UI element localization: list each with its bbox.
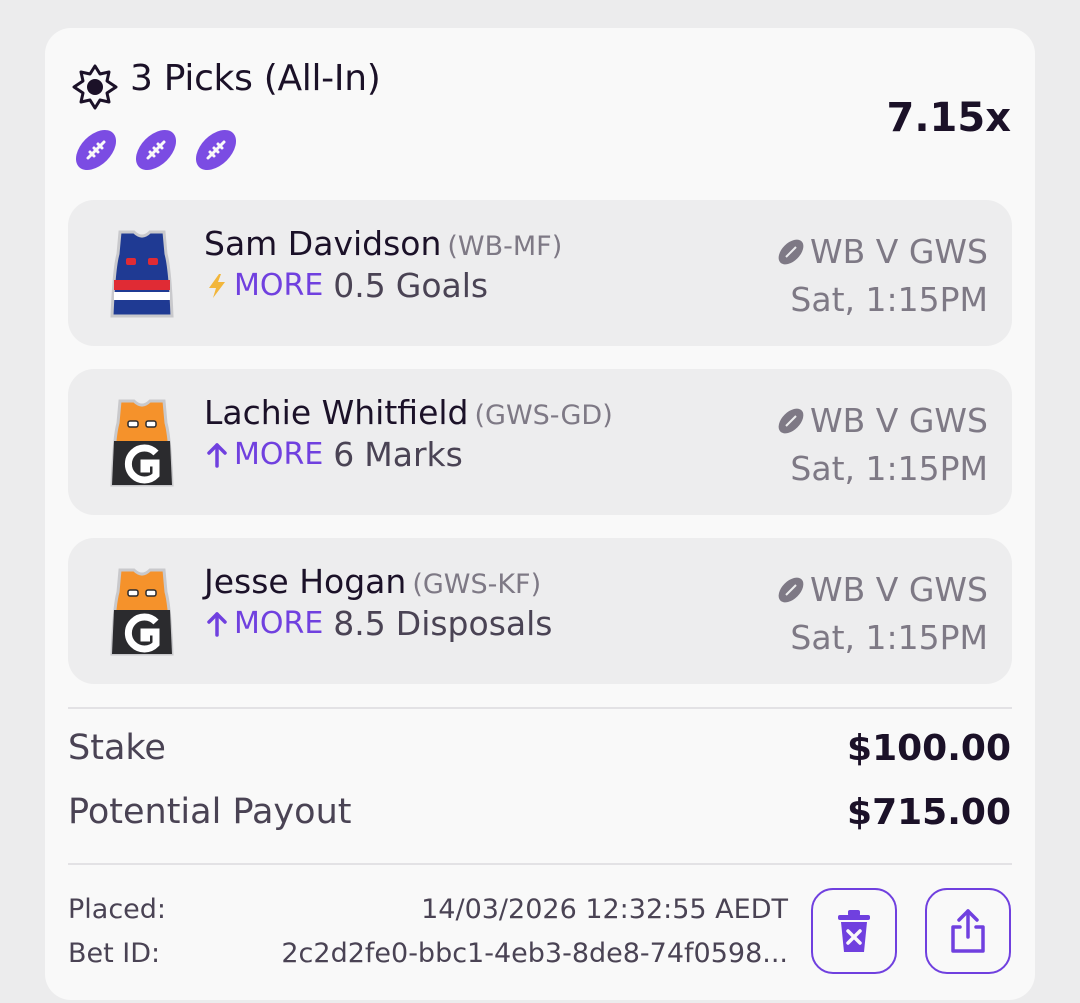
sport-icons	[71, 125, 241, 175]
bet-title: 3 Picks (All-In)	[130, 58, 381, 99]
player-team-position: (GWS-KF)	[412, 569, 542, 600]
stat-name: Goals	[395, 266, 489, 305]
stake-label: Stake	[68, 728, 166, 768]
match-info: WB V GWS	[774, 570, 988, 609]
western-bulldogs-jersey-icon	[110, 230, 174, 318]
placed-label: Placed:	[68, 894, 167, 925]
delete-button[interactable]	[811, 888, 897, 974]
share-button[interactable]	[925, 888, 1011, 974]
arrow-up-icon	[207, 611, 227, 637]
player-name: Lachie Whitfield	[204, 393, 469, 432]
football-icon	[195, 129, 237, 171]
player-name: Sam Davidson	[204, 224, 442, 263]
stat-line: MORE 8.5 Disposals	[204, 604, 552, 643]
player-team-position: (GWS-GD)	[474, 400, 613, 431]
pick-card[interactable]: Lachie Whitfield (GWS-GD) MORE 6 Marks WB…	[68, 369, 1012, 515]
direction-label: MORE	[234, 437, 324, 472]
player-team-position: (WB-MF)	[447, 231, 563, 262]
payout-label: Potential Payout	[68, 792, 352, 832]
match-info: WB V GWS	[774, 401, 988, 440]
bet-id-label: Bet ID:	[68, 938, 161, 969]
football-icon	[778, 577, 804, 602]
match-time: Sat, 1:15PM	[790, 618, 988, 657]
bet-id-value: 2c2d2fe0-bbc1-4eb3-8de8-74f0598...	[281, 938, 788, 969]
gear-sun-icon	[72, 64, 118, 110]
stat-name: Marks	[364, 435, 463, 474]
stake-value: $100.00	[847, 728, 1011, 769]
match-time: Sat, 1:15PM	[790, 449, 988, 488]
stat-value: 8.5	[333, 604, 386, 643]
payout-multiplier: 7.15x	[886, 95, 1012, 141]
player-line: Sam Davidson (WB-MF)	[204, 224, 562, 263]
bet-card: 3 Picks (All-In) 7.15x Sam Davidson (WB-…	[45, 28, 1035, 1000]
arrow-up-icon	[207, 442, 227, 468]
match-teams: WB V GWS	[810, 401, 988, 440]
player-line: Lachie Whitfield (GWS-GD)	[204, 393, 613, 432]
share-icon	[951, 909, 985, 953]
pick-card[interactable]: Jesse Hogan (GWS-KF) MORE 8.5 Disposals W…	[68, 538, 1012, 684]
divider	[68, 863, 1012, 865]
football-icon	[75, 129, 117, 171]
match-time: Sat, 1:15PM	[790, 280, 988, 319]
direction-label: MORE	[234, 606, 324, 641]
match-teams: WB V GWS	[810, 232, 988, 271]
match-teams: WB V GWS	[810, 570, 988, 609]
football-icon	[778, 239, 804, 264]
match-info: WB V GWS	[774, 232, 988, 271]
payout-value: $715.00	[847, 792, 1011, 833]
stat-line: MORE 0.5 Goals	[204, 266, 488, 305]
trash-icon	[838, 910, 870, 952]
football-icon	[135, 129, 177, 171]
stat-value: 0.5	[333, 266, 386, 305]
divider	[68, 707, 1012, 709]
stat-line: MORE 6 Marks	[204, 435, 463, 474]
gws-giants-jersey-icon	[110, 399, 174, 487]
direction-label: MORE	[234, 268, 324, 303]
gws-giants-jersey-icon	[110, 568, 174, 656]
placed-timestamp: 14/03/2026 12:32:55 AEDT	[421, 894, 788, 925]
stat-name: Disposals	[395, 604, 553, 643]
football-icon	[778, 408, 804, 433]
player-line: Jesse Hogan (GWS-KF)	[204, 562, 541, 601]
lightning-icon	[209, 273, 225, 298]
pick-card[interactable]: Sam Davidson (WB-MF) MORE 0.5 Goals WB V …	[68, 200, 1012, 346]
player-name: Jesse Hogan	[204, 562, 407, 601]
stat-value: 6	[333, 435, 355, 474]
